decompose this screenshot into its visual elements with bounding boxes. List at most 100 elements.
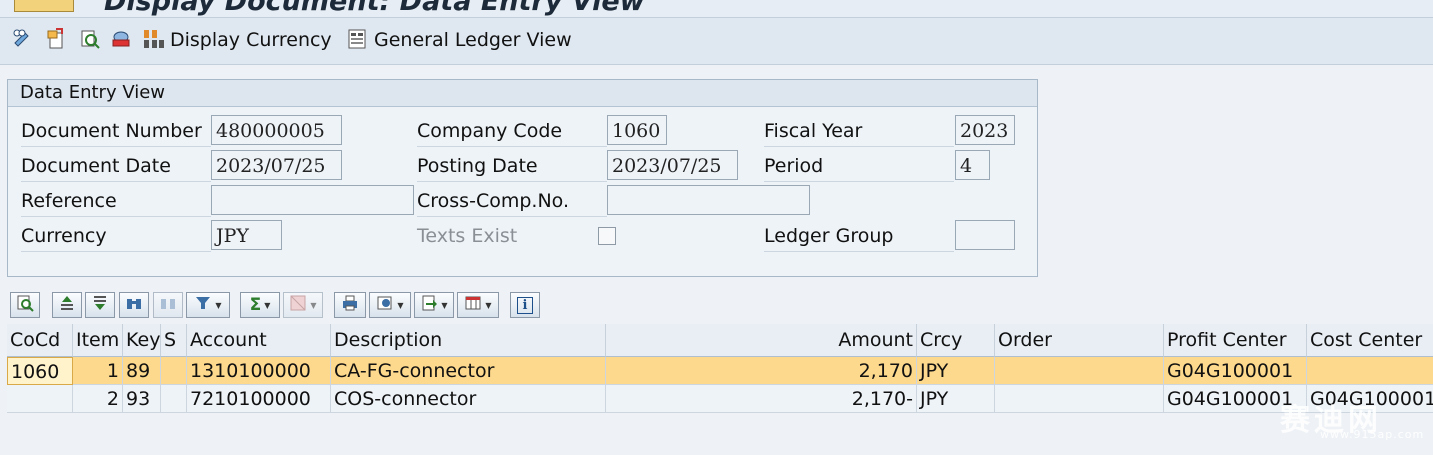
currency-columns-icon[interactable]	[143, 28, 165, 50]
cell-s[interactable]	[161, 357, 187, 385]
cell-key[interactable]: 93	[123, 385, 161, 413]
cell-crcy[interactable]: JPY	[917, 357, 995, 385]
print-button[interactable]	[334, 292, 366, 318]
column-header-crcy[interactable]: Crcy	[917, 324, 995, 357]
column-header-cost-center[interactable]: Cost Center	[1307, 324, 1433, 357]
display-icon[interactable]	[110, 28, 132, 50]
ledger-group-field[interactable]	[955, 220, 1015, 250]
cell-description[interactable]: CA-FG-connector	[331, 357, 606, 385]
cell-item[interactable]: 1	[73, 357, 123, 385]
sort-ascending-icon	[58, 294, 76, 316]
column-header-account[interactable]: Account	[187, 324, 331, 357]
column-header-key[interactable]: Key	[123, 324, 161, 357]
dropdown-arrow-icon: ▼	[485, 300, 492, 310]
layout-button[interactable]: ▼	[457, 292, 499, 318]
cell-amount[interactable]: 2,170-	[606, 385, 917, 413]
cell-order[interactable]	[995, 385, 1164, 413]
cross-comp-field[interactable]	[607, 185, 810, 215]
column-header-description[interactable]: Description	[331, 324, 606, 357]
column-header-s[interactable]: S	[161, 324, 187, 357]
company-code-label: Company Code	[417, 116, 607, 147]
texts-exist-checkbox[interactable]	[598, 227, 616, 245]
title-bar: Display Document: Data Entry View	[0, 0, 1433, 18]
cell-account[interactable]: 7210100000	[187, 385, 331, 413]
views-button[interactable]: ▼	[369, 292, 411, 318]
main-area: Data Entry View Document Number 48000000…	[0, 65, 1433, 455]
subtotal-icon	[289, 294, 307, 316]
cell-order[interactable]	[995, 357, 1164, 385]
line-items-grid: CoCd Item Key S Account Description Amou…	[7, 324, 1433, 455]
binoculars-plus-icon	[159, 294, 177, 316]
reference-field[interactable]	[211, 185, 414, 215]
export-button[interactable]: ▼	[414, 292, 454, 318]
dropdown-arrow-icon: ▼	[264, 300, 271, 310]
currency-field[interactable]: JPY	[211, 220, 282, 250]
application-toolbar: Display Currency General Ledger View	[0, 18, 1433, 65]
subtotal-button[interactable]: ▼	[283, 292, 323, 318]
cell-account[interactable]: 1310100000	[187, 357, 331, 385]
filter-icon	[194, 294, 212, 316]
currency-label: Currency	[21, 221, 211, 252]
magnifier-icon	[16, 294, 34, 316]
column-header-amount[interactable]: Amount	[606, 324, 917, 357]
texts-exist-label: Texts Exist	[417, 225, 518, 247]
posting-date-label: Posting Date	[417, 151, 607, 182]
column-header-profit-center[interactable]: Profit Center	[1164, 324, 1307, 357]
group-title-bar: Data Entry View	[8, 80, 1037, 107]
document-icon	[14, 0, 74, 12]
period-label: Period	[764, 151, 954, 182]
dropdown-arrow-icon: ▼	[310, 300, 317, 310]
info-icon: i	[516, 296, 534, 314]
ledger-group-label: Ledger Group	[764, 221, 954, 252]
document-number-label: Document Number	[21, 116, 211, 147]
find-button[interactable]	[119, 292, 149, 318]
column-header-cocd[interactable]: CoCd	[7, 324, 73, 357]
other-document-icon[interactable]	[46, 28, 68, 50]
general-ledger-icon[interactable]	[346, 28, 368, 50]
find-next-button[interactable]	[153, 292, 183, 318]
period-field[interactable]: 4	[955, 150, 990, 180]
cell-cost-center[interactable]	[1307, 357, 1433, 385]
cell-profit-center[interactable]: G04G100001	[1164, 357, 1307, 385]
cell-s[interactable]	[161, 385, 187, 413]
document-date-field[interactable]: 2023/07/25	[211, 150, 342, 180]
cell-cocd[interactable]	[7, 385, 73, 413]
cell-amount[interactable]: 2,170	[606, 357, 917, 385]
total-button[interactable]: Σ ▼	[240, 292, 280, 318]
filter-button[interactable]: ▼	[186, 292, 230, 318]
details-button[interactable]	[10, 292, 40, 318]
column-header-item[interactable]: Item	[73, 324, 123, 357]
sort-descending-icon	[91, 294, 109, 316]
dropdown-arrow-icon: ▼	[441, 300, 448, 310]
display-currency-button[interactable]: Display Currency	[170, 29, 332, 51]
cell-item[interactable]: 2	[73, 385, 123, 413]
display-change-icon[interactable]	[12, 28, 34, 50]
layout-icon	[464, 294, 482, 316]
reference-label: Reference	[21, 186, 211, 217]
export-icon	[420, 294, 438, 316]
sort-descending-button[interactable]	[85, 292, 115, 318]
fiscal-year-label: Fiscal Year	[764, 116, 954, 147]
data-entry-view-group: Data Entry View Document Number 48000000…	[7, 79, 1038, 277]
cell-cocd[interactable]: 1060	[7, 357, 73, 385]
alv-toolbar: ▼ Σ ▼ ▼ ▼ ▼ ▼ i	[7, 289, 1433, 323]
document-overview-icon[interactable]	[79, 28, 101, 50]
dropdown-arrow-icon: ▼	[215, 300, 222, 310]
cell-key[interactable]: 89	[123, 357, 161, 385]
fiscal-year-field[interactable]: 2023	[955, 115, 1015, 145]
column-header-order[interactable]: Order	[995, 324, 1164, 357]
cell-crcy[interactable]: JPY	[917, 385, 995, 413]
cross-comp-label: Cross-Comp.No.	[417, 186, 607, 217]
sigma-icon: Σ	[249, 295, 262, 315]
cell-description[interactable]: COS-connector	[331, 385, 606, 413]
general-ledger-view-button[interactable]: General Ledger View	[374, 29, 572, 51]
document-number-field[interactable]: 480000005	[211, 115, 342, 145]
views-icon	[376, 294, 394, 316]
binoculars-icon	[125, 294, 143, 316]
information-button[interactable]: i	[510, 292, 540, 318]
sort-ascending-button[interactable]	[52, 292, 82, 318]
document-date-label: Document Date	[21, 151, 211, 182]
company-code-field[interactable]: 1060	[607, 115, 667, 145]
printer-icon	[341, 294, 359, 316]
posting-date-field[interactable]: 2023/07/25	[607, 150, 738, 180]
